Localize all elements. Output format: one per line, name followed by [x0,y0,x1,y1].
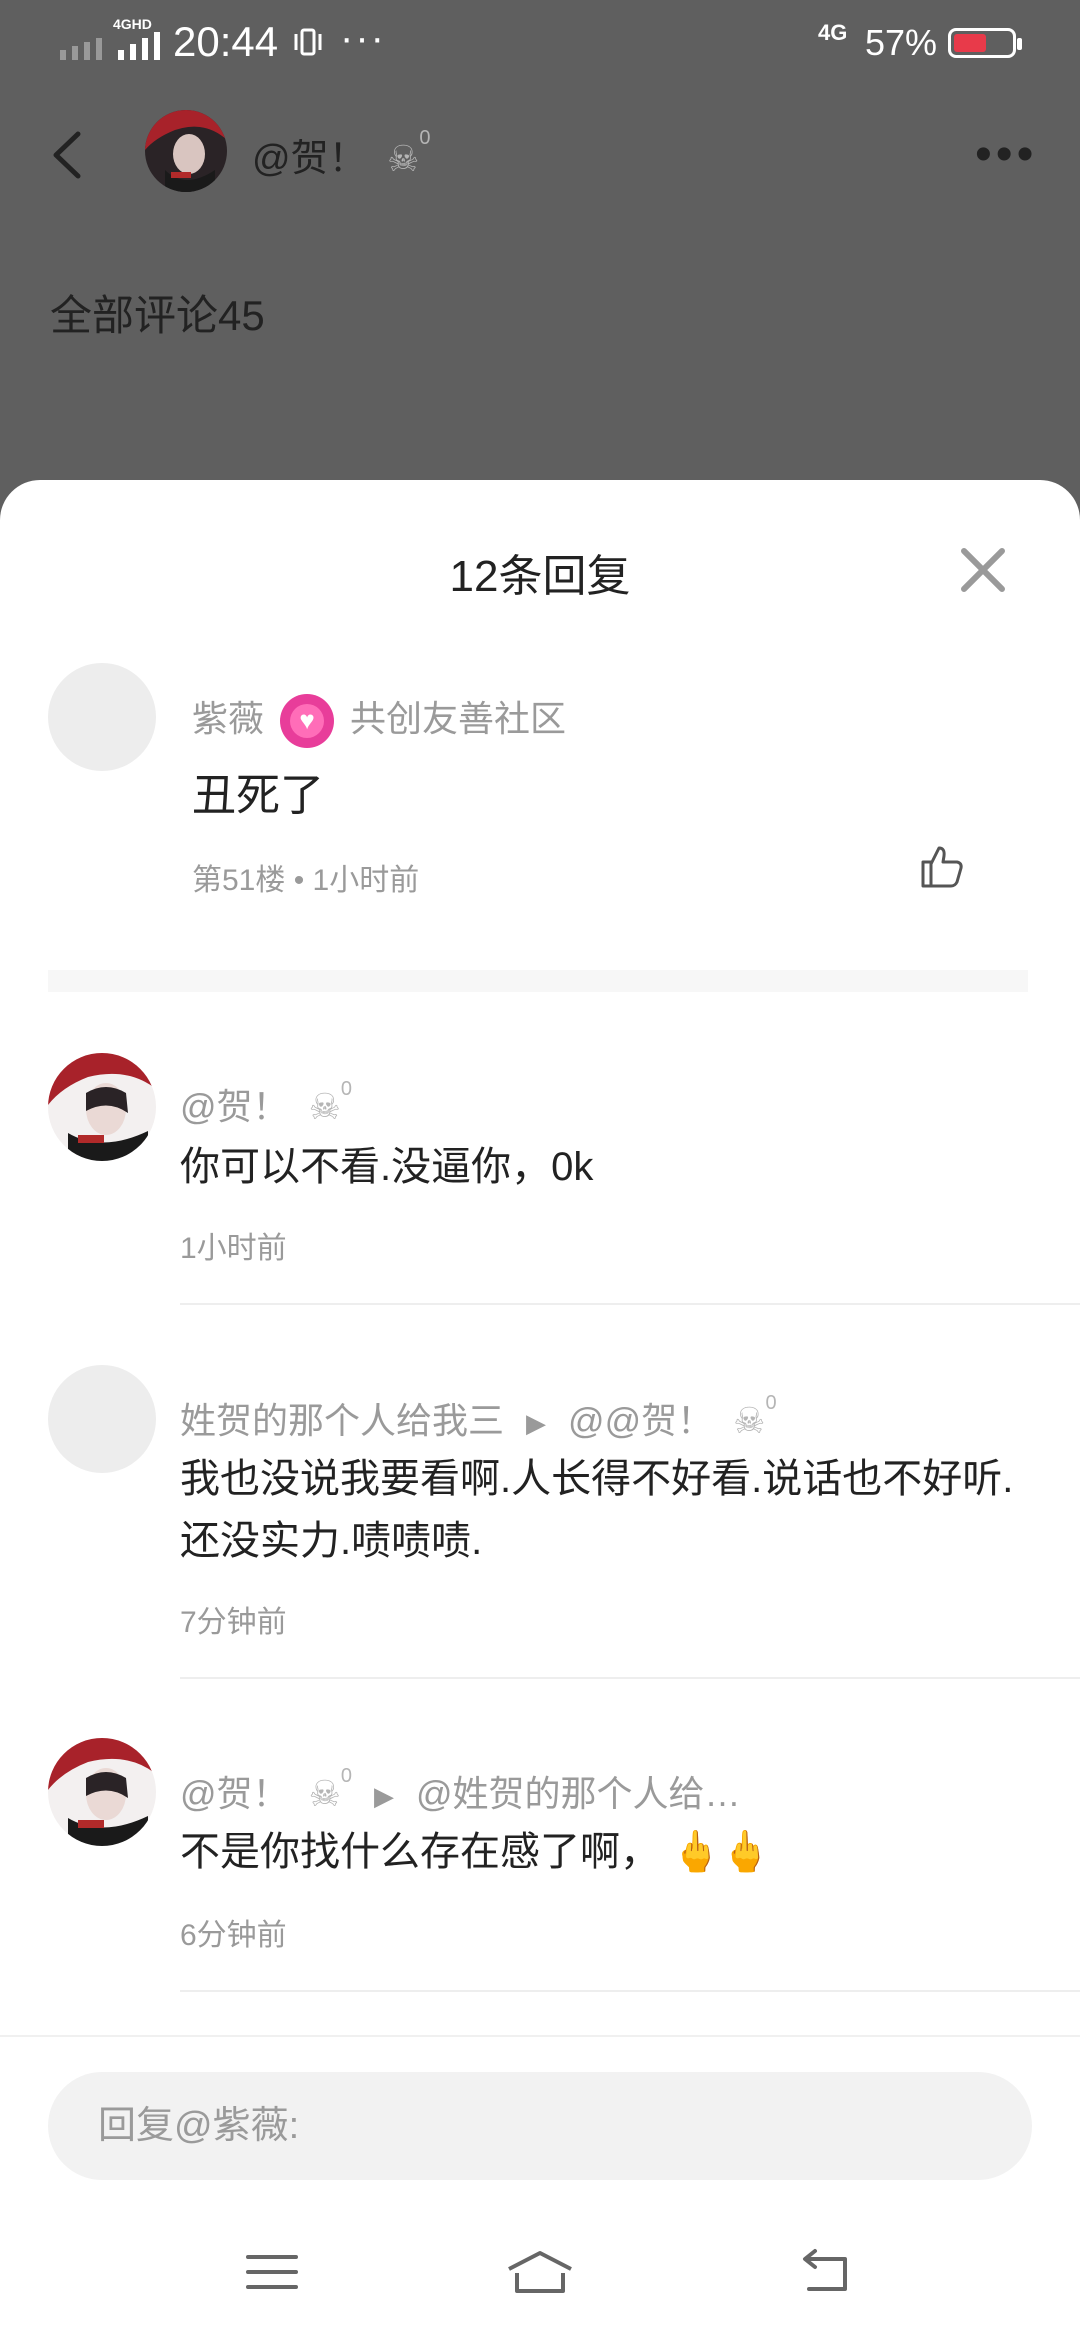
home-icon[interactable] [505,2247,575,2297]
reply-author[interactable]: 姓贺的那个人给我三 [180,1400,504,1441]
status-bar: 4GHD 20:44 ··· 4G 57% [0,0,1080,90]
skull-icon: ☠ [308,1773,341,1814]
community-badge-label: 共创友善社区 [350,698,567,739]
skull-icon: ☠ [308,1086,341,1127]
close-icon[interactable] [958,545,1008,595]
battery-percent: 57% [865,22,938,63]
divider [180,1303,1080,1305]
clock-time: 20:44 [173,18,279,65]
like-thumb-icon[interactable] [917,842,965,890]
reply-text: 不是你找什么存在感了啊， [180,1830,660,1874]
network-type-label: 4GHD [113,16,152,32]
reply-to-arrow-icon: ▶ [526,1407,547,1438]
reply-target[interactable]: @@贺！ [568,1400,713,1441]
system-nav-bar [0,2217,1080,2337]
network-right-label: 4G [818,20,848,45]
main-comment-author-row: 紫薇 ♥ 共创友善社区 [192,690,567,749]
reply-avatar[interactable] [48,1365,156,1473]
reply-text-row: 不是你找什么存在感了啊， 🖕🖕 [180,1821,771,1883]
reply-to-arrow-icon: ▶ [373,1780,394,1811]
skull-icon: ☠ [387,138,420,179]
heart-badge-icon: ♥ [280,694,335,749]
back-nav-icon[interactable] [795,2247,855,2297]
section-separator [48,970,1028,992]
main-comment-text: 丑死了 [192,771,324,820]
reply-avatar[interactable] [48,1053,156,1161]
more-status-dots: ··· [340,16,386,60]
reply-author[interactable]: @贺！ [180,1086,289,1127]
main-comment-meta: 第51楼 • 1小时前 [192,864,420,897]
divider [180,1990,1080,1992]
reply-text: 我也没说我要看啊.人长得不好看.说话也不好听.还没实力.啧啧啧. [180,1457,1014,1563]
battery-fill [954,34,986,52]
user-avatar[interactable] [145,110,227,192]
reply-author-row: 姓贺的那个人给我三 ▶ @@贺！ ☠0 [180,1392,777,1441]
replies-sheet: 12条回复 紫薇 ♥ 共创友善社区 丑死了 第51楼 • 1小时前 @贺！ ☠0… [0,480,1080,2340]
reply-time: 1小时前 [180,1232,287,1265]
reply-input-area [0,2035,1080,2340]
background-page: 4GHD 20:44 ··· 4G 57% @贺！ ☠0 ••• 全部评论45 [0,0,1080,500]
header-username: @贺！ ☠0 [252,127,431,180]
reply-target[interactable]: @姓贺的那个人给… [416,1773,741,1814]
divider [180,1677,1080,1679]
top-bar: @贺！ ☠0 ••• [0,105,1080,205]
middle-finger-emoji-icon: 🖕🖕 [671,1830,771,1874]
reply-avatar[interactable] [48,1738,156,1846]
skull-icon: ☠ [733,1400,766,1441]
more-options-icon[interactable]: ••• [975,131,1037,179]
signal-icon [60,32,160,60]
all-comments-title: 全部评论45 [50,292,265,339]
back-arrow-icon[interactable] [48,130,88,180]
menu-icon[interactable] [242,2247,302,2297]
commenter-avatar[interactable] [48,663,156,771]
vibrate-icon [294,28,322,56]
reply-text: 你可以不看.没逼你，0k [180,1145,594,1189]
reply-time: 6分钟前 [180,1919,287,1952]
reply-author-row: @贺！ ☠0 [180,1078,352,1127]
reply-time: 7分钟前 [180,1606,287,1639]
main-comment-author[interactable]: 紫薇 [192,698,264,739]
reply-author-row: @贺！ ☠0 ▶ @姓贺的那个人给… [180,1765,741,1814]
reply-input[interactable] [48,2072,1032,2180]
sheet-title: 12条回复 [449,552,631,601]
battery-icon [948,28,1022,58]
reply-author[interactable]: @贺！ [180,1773,289,1814]
